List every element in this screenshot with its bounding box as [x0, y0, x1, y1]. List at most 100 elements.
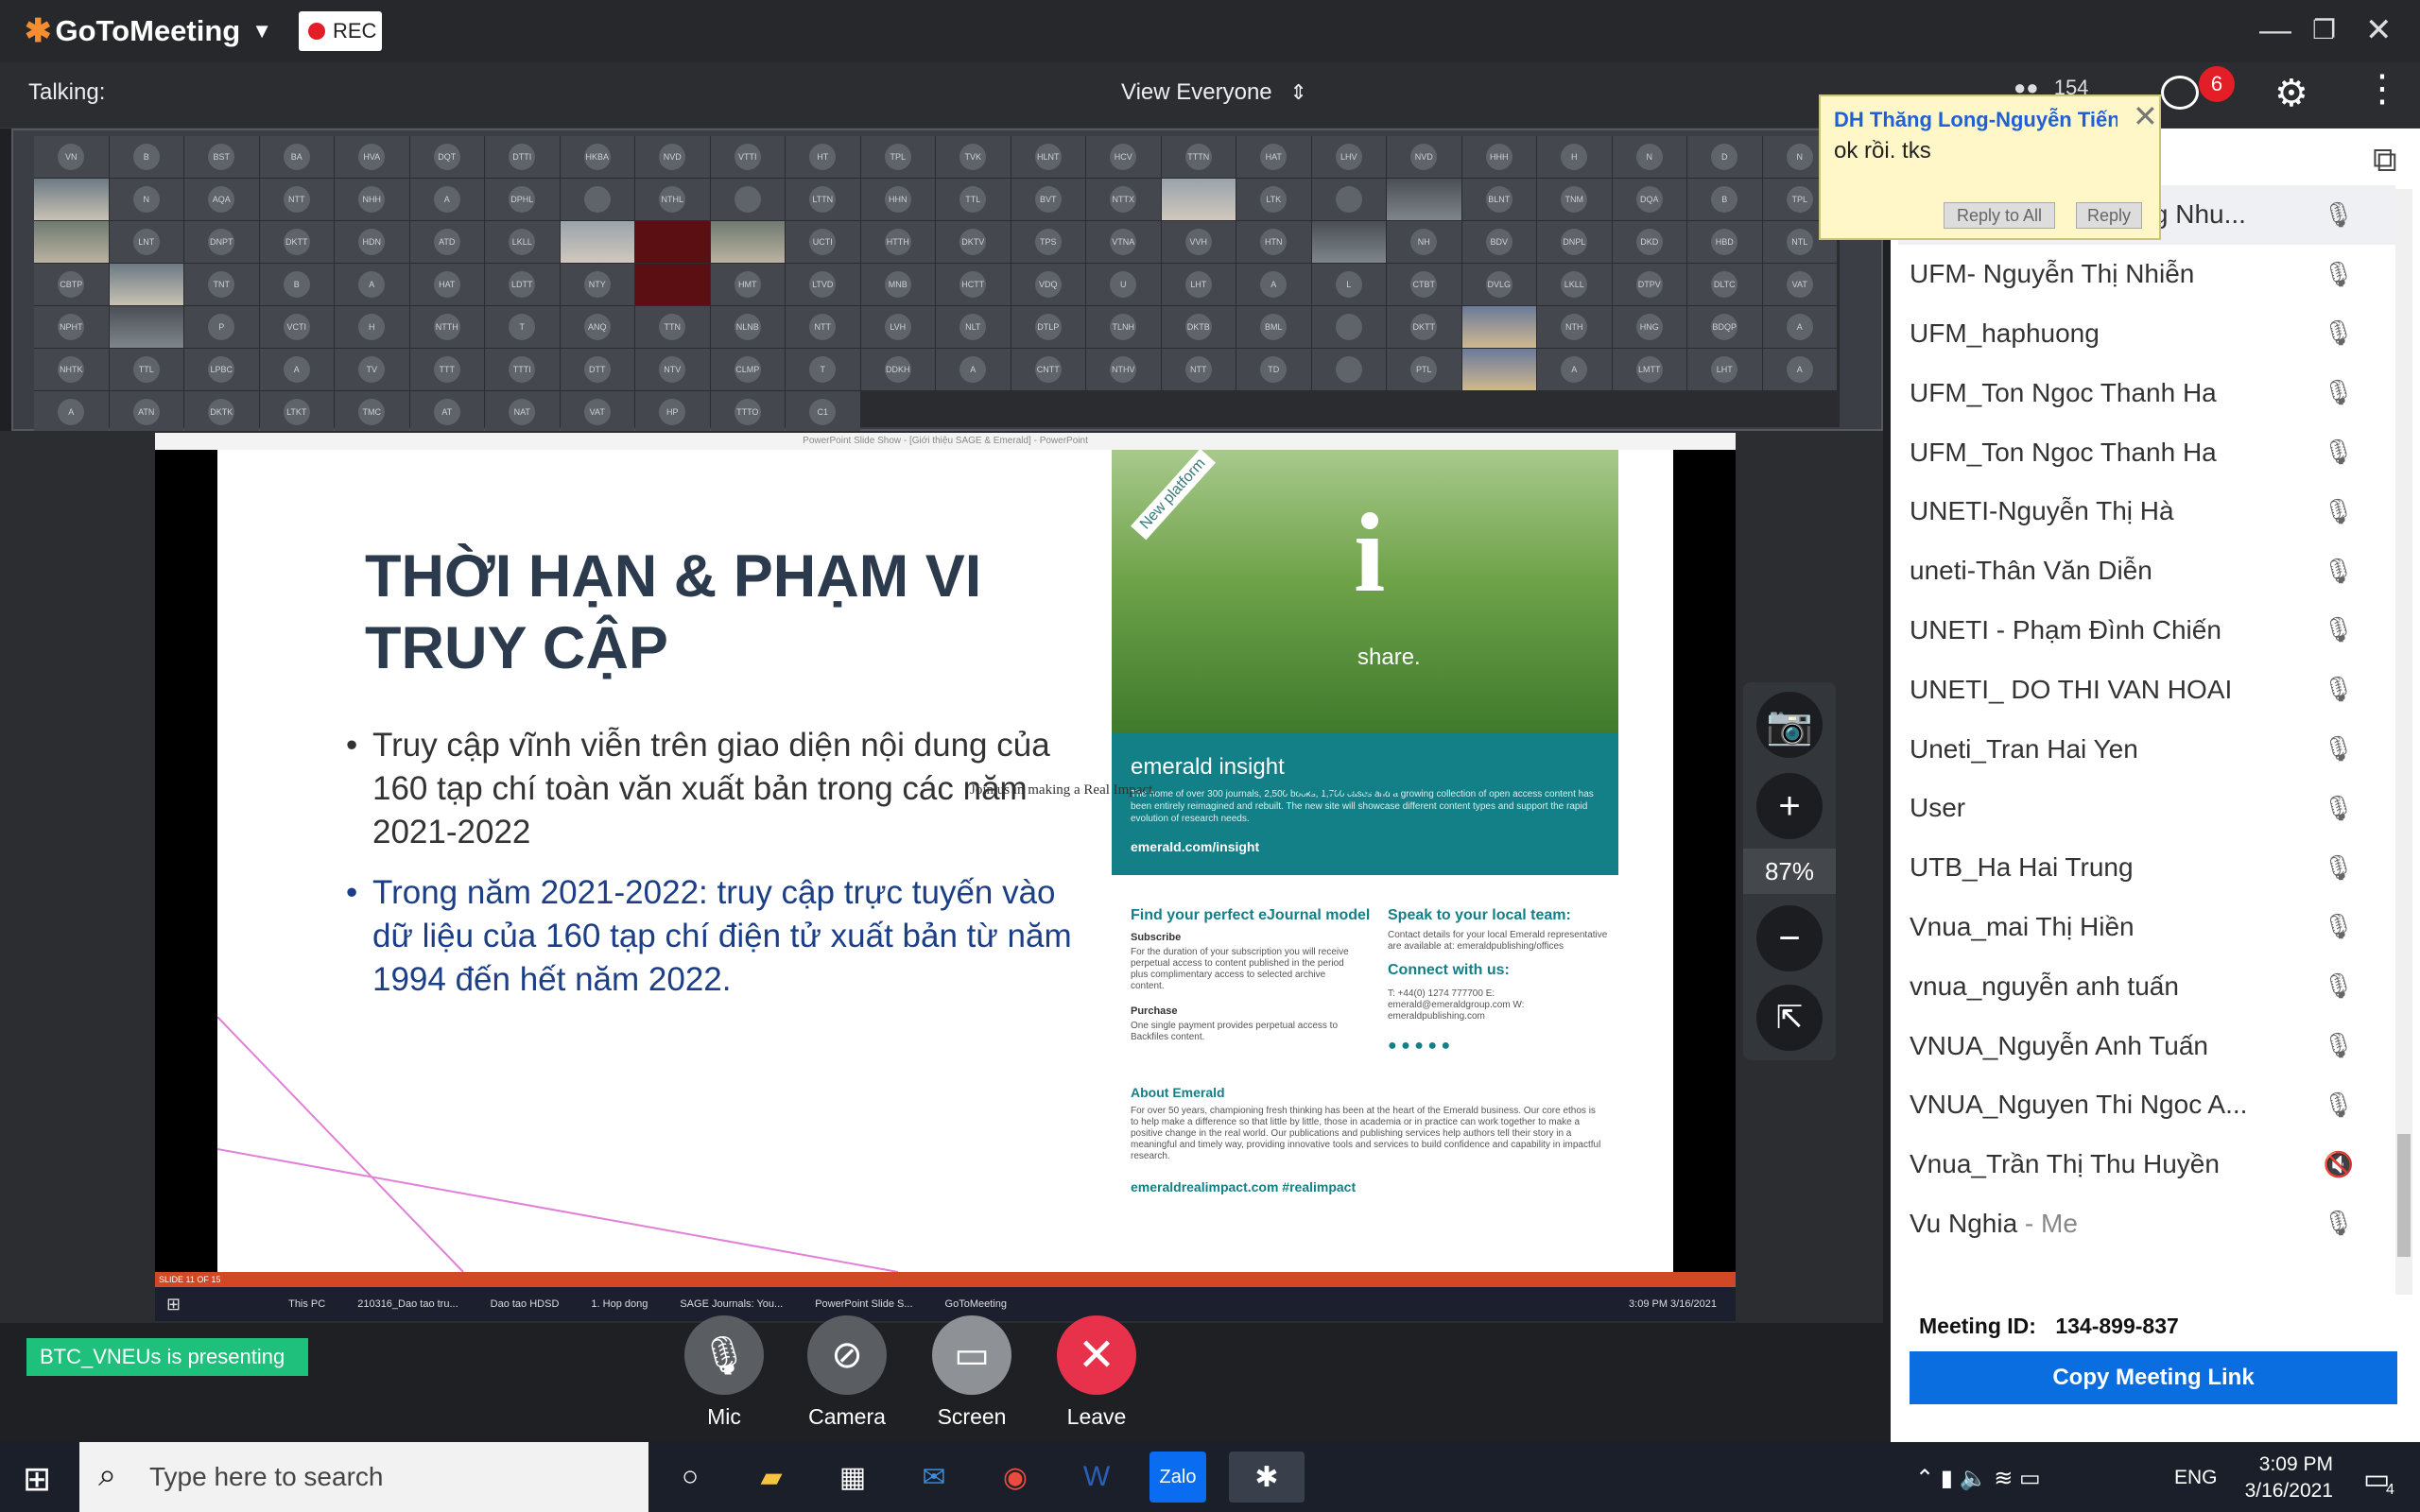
- tray-icons[interactable]: ⌃ ▮ 🔈 ≋ ▭: [1915, 1465, 2041, 1492]
- participant-tile[interactable]: UCTI: [786, 221, 860, 263]
- mail-icon[interactable]: ✉: [906, 1452, 962, 1503]
- scrollbar-thumb[interactable]: [2397, 1134, 2411, 1257]
- participant-tile[interactable]: CNTT: [1011, 349, 1085, 390]
- participant-tile[interactable]: LKLL: [485, 221, 560, 263]
- mic-muted-icon[interactable]: 🎙: [2323, 200, 2354, 230]
- participant-row[interactable]: UFM_haphuong 🎙: [1898, 304, 2395, 364]
- participant-video-tile[interactable]: [1161, 179, 1236, 220]
- participant-tile[interactable]: HNG: [1612, 306, 1686, 348]
- participant-tile[interactable]: MNB: [860, 264, 935, 305]
- gotomeeting-taskbar-icon[interactable]: ✱: [1229, 1452, 1305, 1503]
- participant-row[interactable]: Uneti_Tran Hai Yen 🎙: [1898, 719, 2395, 779]
- participant-tile[interactable]: HTTH: [860, 221, 935, 263]
- participant-tile[interactable]: D: [1687, 136, 1762, 178]
- mic-muted-icon[interactable]: 🎙: [2323, 318, 2354, 348]
- participant-row[interactable]: VNUA_Nguyen Thi Ngoc A... 🎙: [1898, 1075, 2395, 1135]
- zoom-out-button[interactable]: −: [1756, 905, 1823, 971]
- participant-tile[interactable]: VDQ: [1011, 264, 1085, 305]
- mic-muted-icon[interactable]: 🎙: [2323, 1031, 2354, 1060]
- participant-tile[interactable]: HTN: [1236, 221, 1311, 263]
- camera-button[interactable]: ⊘: [807, 1315, 887, 1395]
- mic-muted-icon[interactable]: 🎙: [2323, 734, 2354, 764]
- participant-tile[interactable]: ATN: [109, 391, 183, 433]
- scrollbar[interactable]: [2395, 189, 2412, 1295]
- participant-tile[interactable]: [635, 221, 710, 263]
- participant-tile[interactable]: DQA: [1612, 179, 1686, 220]
- participant-tile[interactable]: NTT: [1161, 349, 1236, 390]
- participant-row[interactable]: UNETI - Phạm Đình Chiến 🎙: [1898, 601, 2395, 661]
- participant-tile[interactable]: BA: [259, 136, 334, 178]
- participant-tile[interactable]: DTLP: [1011, 306, 1085, 348]
- participant-row[interactable]: UFM_Ton Ngoc Thanh Ha 🎙: [1898, 422, 2395, 482]
- participant-tile[interactable]: U: [1086, 264, 1161, 305]
- participant-tile[interactable]: A: [34, 391, 109, 433]
- participant-tile[interactable]: AT: [409, 391, 484, 433]
- mic-muted-icon[interactable]: 🎙: [2323, 438, 2354, 467]
- participant-tile[interactable]: BDV: [1461, 221, 1536, 263]
- participant-tile[interactable]: NLNB: [710, 306, 785, 348]
- participant-tile[interactable]: C1: [786, 391, 860, 433]
- file-explorer-icon[interactable]: ▰: [743, 1452, 800, 1503]
- participant-row[interactable]: UTB_Ha Hai Trung 🎙: [1898, 838, 2395, 898]
- mic-muted-icon[interactable]: 🎙: [2323, 912, 2354, 941]
- participant-tile[interactable]: TTL: [109, 349, 183, 390]
- mic-muted-icon[interactable]: 🎙: [2323, 675, 2354, 704]
- participant-tile[interactable]: DQT: [409, 136, 484, 178]
- participant-video-tile[interactable]: [1387, 179, 1461, 220]
- participant-tile[interactable]: NVD: [1387, 136, 1461, 178]
- participant-tile[interactable]: NTT: [786, 306, 860, 348]
- participant-tile[interactable]: HT: [786, 136, 860, 178]
- taskbar-clock[interactable]: 3:09 PM 3/16/2021: [2229, 1452, 2333, 1504]
- participant-row[interactable]: UFM_Ton Ngoc Thanh Ha 🎙: [1898, 363, 2395, 422]
- participant-tile[interactable]: HMT: [710, 264, 785, 305]
- participant-tile[interactable]: BVT: [1011, 179, 1085, 220]
- participant-tile[interactable]: LTTN: [786, 179, 860, 220]
- participant-tile[interactable]: NTHL: [635, 179, 710, 220]
- participant-tile[interactable]: B: [1687, 179, 1762, 220]
- participant-tile[interactable]: TTN: [635, 306, 710, 348]
- participant-tile[interactable]: TTTN: [1161, 136, 1236, 178]
- participant-tile[interactable]: DKTT: [259, 221, 334, 263]
- participant-tile[interactable]: LDTT: [485, 264, 560, 305]
- participant-tile[interactable]: LTVD: [786, 264, 860, 305]
- more-options-icon[interactable]: ⋮: [2363, 70, 2401, 108]
- participant-tile[interactable]: B: [109, 136, 183, 178]
- participant-tile[interactable]: DPHL: [485, 179, 560, 220]
- participant-tile[interactable]: DTT: [560, 349, 634, 390]
- participant-row[interactable]: User 🎙: [1898, 779, 2395, 838]
- participant-tile[interactable]: L: [1311, 264, 1386, 305]
- mic-muted-icon[interactable]: 🎙: [2323, 557, 2354, 586]
- participant-tile[interactable]: DNPL: [1537, 221, 1612, 263]
- copy-meeting-link-button[interactable]: Copy Meeting Link: [1910, 1351, 2397, 1404]
- participant-tile[interactable]: [560, 179, 634, 220]
- participant-tile[interactable]: A: [259, 349, 334, 390]
- participant-tile[interactable]: TMC: [335, 391, 409, 433]
- participant-tile[interactable]: DLTC: [1687, 264, 1762, 305]
- app-logo[interactable]: ✱ GoToMeeting ▼: [25, 13, 272, 49]
- participant-tile[interactable]: NPHT: [34, 306, 109, 348]
- store-icon[interactable]: ▦: [824, 1452, 881, 1503]
- reply-button[interactable]: Reply: [2076, 202, 2142, 229]
- participant-tile[interactable]: TV: [335, 349, 409, 390]
- participant-tile[interactable]: A: [936, 349, 1011, 390]
- participant-tile[interactable]: HP: [635, 391, 710, 433]
- mic-muted-icon[interactable]: 🎙: [2323, 1091, 2354, 1120]
- screen-button[interactable]: ▭: [932, 1315, 1011, 1395]
- restore-icon[interactable]: ❐: [2312, 13, 2336, 47]
- participant-tile[interactable]: LHT: [1161, 264, 1236, 305]
- participant-video-tile[interactable]: [710, 221, 785, 263]
- participant-tile[interactable]: TTTI: [485, 349, 560, 390]
- participant-tile[interactable]: NTHV: [1086, 349, 1161, 390]
- participant-video-tile[interactable]: [560, 221, 634, 263]
- participant-tile[interactable]: LKLL: [1537, 264, 1612, 305]
- participant-tile[interactable]: NAT: [485, 391, 560, 433]
- participant-tile[interactable]: HAT: [409, 264, 484, 305]
- close-notification-icon[interactable]: ✕: [2133, 98, 2158, 134]
- participant-tile[interactable]: AQA: [184, 179, 259, 220]
- participant-tile[interactable]: HHH: [1461, 136, 1536, 178]
- mic-muted-icon[interactable]: 🎙: [2323, 794, 2354, 823]
- participant-tile[interactable]: H: [1537, 136, 1612, 178]
- participant-tile[interactable]: B: [259, 264, 334, 305]
- participant-row[interactable]: Vu Nghia - Me 🎙: [1898, 1194, 2395, 1254]
- close-window-icon[interactable]: ✕: [2365, 13, 2393, 47]
